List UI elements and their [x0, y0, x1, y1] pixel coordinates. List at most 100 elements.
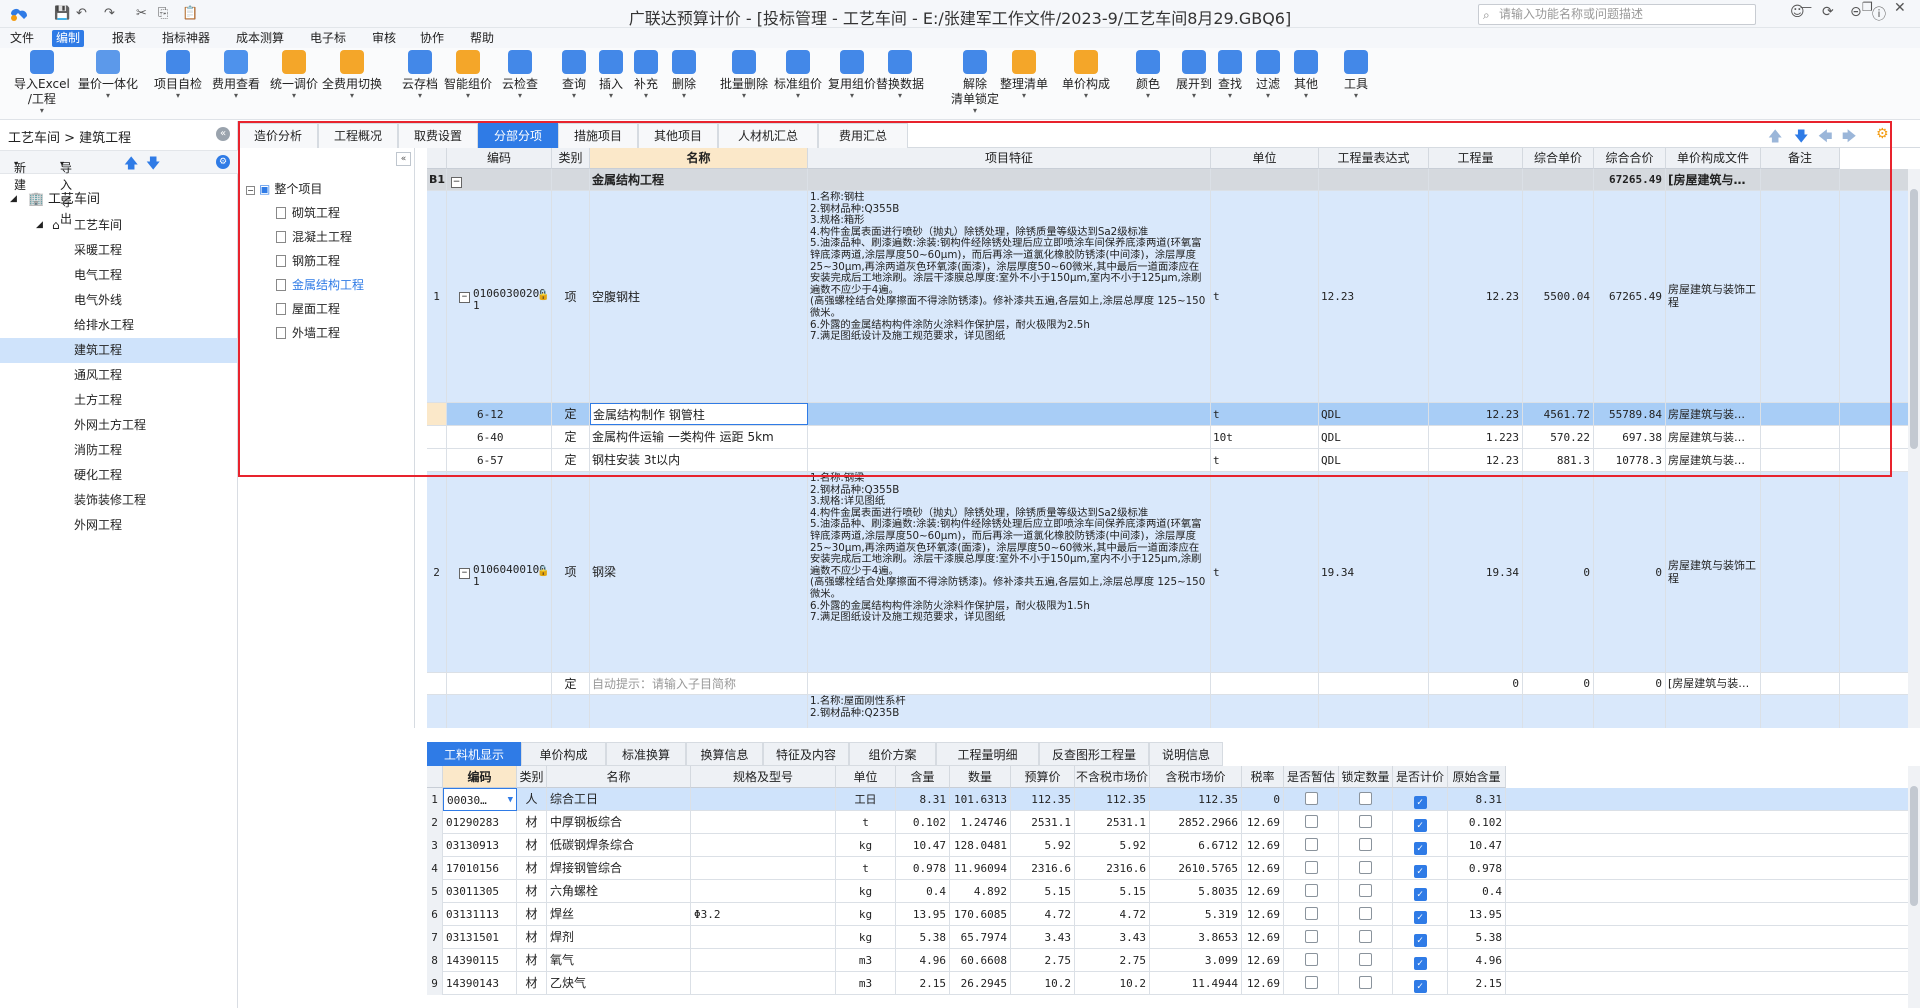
item-row[interactable]: 1−01060300200 1 🔒 项空腹钢柱 1.名称:钢柱 2.钢材品种:Q355B…	[427, 191, 1920, 403]
ribbon-standard-price-button[interactable]: 标准组价 ▾	[774, 50, 822, 100]
estimate-checkbox[interactable]	[1304, 861, 1318, 874]
ribbon-delete-button[interactable]: 删除 ▾	[672, 50, 696, 100]
priced-checkbox[interactable]: ✓	[1413, 796, 1427, 809]
menu-report[interactable]: 报表	[108, 30, 140, 47]
input-hint-row[interactable]: 定自动提示：请输入子目简称 0 0 0 [房屋建筑与装…	[427, 673, 1920, 695]
ribbon-full-cost-button[interactable]: 全费用切换 ▾	[322, 50, 382, 100]
ribbon-other-button[interactable]: 其他 ▾	[1294, 50, 1318, 100]
lock-qty-checkbox[interactable]	[1359, 976, 1372, 989]
parts-tree-item-5[interactable]: 外墙工程	[276, 322, 340, 344]
resource-row[interactable]: 1 00030… ▼ 人综合工日 工日 8.31 101.6313 112.35 112.35 1…	[427, 788, 1920, 811]
estimate-checkbox[interactable]	[1304, 815, 1318, 828]
sidebar-item-1[interactable]: 电气工程	[0, 263, 237, 288]
lock-qty-checkbox[interactable]	[1359, 930, 1372, 943]
ribbon-batch-delete-button[interactable]: 批量删除 ▾	[720, 50, 768, 100]
parts-tree-item-4[interactable]: 屋面工程	[276, 298, 340, 320]
lock-qty-checkbox[interactable]	[1359, 838, 1372, 851]
estimate-checkbox[interactable]	[1304, 976, 1318, 989]
sidebar-item-2[interactable]: 电气外线	[0, 288, 237, 313]
tab-1[interactable]: 工程概况	[318, 123, 398, 148]
detail-tab-2[interactable]: 标准换算	[606, 742, 686, 766]
tab-4[interactable]: 措施项目	[558, 123, 638, 148]
move-down-icon[interactable]: 🡇	[146, 153, 160, 177]
ribbon-reuse-price-button[interactable]: 复用组价 ▾	[828, 50, 876, 100]
priced-checkbox[interactable]: ✓	[1413, 865, 1427, 878]
resource-row[interactable]: 9 14390143 材乙炔气 m3 2.15 26.2945 10.2 10.2 11.494…	[427, 972, 1920, 995]
tab-5[interactable]: 其他项目	[638, 123, 718, 148]
grid-settings-icon[interactable]: ⚙	[1876, 126, 1889, 142]
minimize-button[interactable]: —	[1800, 0, 1812, 14]
ribbon-cloud-save-button[interactable]: 云存档 ▾	[402, 50, 438, 100]
menu-help[interactable]: 帮助	[466, 30, 498, 47]
sidebar-item-9[interactable]: 硬化工程	[0, 463, 237, 488]
detail-tab-1[interactable]: 单价构成	[521, 742, 606, 766]
resource-row[interactable]: 6 03131113 材焊丝 Φ3.2 kg 13.95 170.6085 4.72 4.72 5…	[427, 903, 1920, 926]
estimate-checkbox[interactable]	[1304, 792, 1318, 805]
detail-tab-4[interactable]: 特征及内容	[763, 742, 849, 766]
menu-indicator[interactable]: 指标神器	[158, 30, 214, 47]
help-icon[interactable]: ⓘ	[1872, 4, 1886, 24]
resource-row[interactable]: 2 01290283 材中厚钢板综合 t 0.102 1.24746 2531.1 2531.…	[427, 811, 1920, 834]
ribbon-cost-view-button[interactable]: 费用查看 ▾	[212, 50, 260, 100]
arrow-up-icon[interactable]: 🡅	[1768, 126, 1782, 150]
ribbon-filter-button[interactable]: 过滤 ▾	[1256, 50, 1280, 100]
collapse-icon[interactable]: −	[459, 292, 470, 303]
tree-child[interactable]: ◢ ⌂ 工艺车间	[0, 213, 237, 238]
tab-3[interactable]: 分部分项	[478, 123, 558, 148]
sidebar-item-8[interactable]: 消防工程	[0, 438, 237, 463]
estimate-checkbox[interactable]	[1304, 953, 1318, 966]
sub-item-row[interactable]: 6-57 定钢柱安装 3t以内 t QDL 12.23 881.3 10778.3 房屋建筑与…	[427, 449, 1920, 472]
menu-edit[interactable]: 编制	[52, 30, 85, 47]
tree-root[interactable]: ◢ 🏢 工艺车间	[0, 187, 237, 212]
section-row[interactable]: B1− 金属结构工程 67265.49 [房屋建筑与…	[427, 169, 1920, 191]
sidebar-item-7[interactable]: 外网土方工程	[0, 413, 237, 438]
sub-item-row[interactable]: 6-12 定金属结构制作 钢管柱 t QDL 12.23 4561.72 55789.84 房…	[427, 403, 1920, 426]
parts-tree-item-0[interactable]: 砌筑工程	[276, 202, 340, 224]
priced-checkbox[interactable]: ✓	[1413, 957, 1427, 970]
arrow-left-icon[interactable]: 🡄	[1818, 126, 1832, 150]
lock-qty-checkbox[interactable]	[1359, 907, 1372, 920]
detail-tab-5[interactable]: 组价方案	[849, 742, 936, 766]
ribbon-smart-price-button[interactable]: 智能组价 ▾	[444, 50, 492, 100]
sidebar-item-4[interactable]: 建筑工程	[0, 338, 237, 363]
ribbon-replace-data-button[interactable]: 替换数据 ▾	[876, 50, 924, 100]
estimate-checkbox[interactable]	[1304, 838, 1318, 851]
tab-7[interactable]: 费用汇总	[818, 123, 908, 148]
resource-row[interactable]: 3 03130913 材低碳钢焊条综合 kg 10.47 128.0481 5.92 5.92…	[427, 834, 1920, 857]
move-up-icon[interactable]: 🡅	[124, 153, 138, 177]
ribbon-price-integration-button[interactable]: 量价一体化 ▾	[78, 50, 138, 100]
resource-row[interactable]: 5 03011305 材六角螺栓 kg 0.4 4.892 5.15 5.15 5.8035 12…	[427, 880, 1920, 903]
collapse-tree-icon[interactable]: «	[396, 152, 411, 166]
resource-scrollbar[interactable]	[1908, 766, 1920, 1008]
ribbon-expand-to-button[interactable]: 展开到 ▾	[1176, 50, 1212, 100]
ribbon-unlock-button[interactable]: 解除 清单锁定 ▾	[951, 50, 999, 115]
priced-checkbox[interactable]: ✓	[1413, 842, 1427, 855]
priced-checkbox[interactable]: ✓	[1413, 819, 1427, 832]
sidebar-item-6[interactable]: 土方工程	[0, 388, 237, 413]
ribbon-query-button[interactable]: 查询 ▾	[562, 50, 586, 100]
sidebar-item-11[interactable]: 外网工程	[0, 513, 237, 538]
sub-item-row[interactable]: 6-40 定金属构件运输 一类构件 运距 5km 10t QDL 1.223 570.22…	[427, 426, 1920, 449]
settings-icon[interactable]: ⚙	[216, 155, 230, 169]
lock-qty-checkbox[interactable]	[1359, 792, 1372, 805]
ribbon-import-excel-button[interactable]: 导入Excel/工程 ▾	[14, 50, 70, 115]
lock-qty-checkbox[interactable]	[1359, 884, 1372, 897]
ribbon-insert-button[interactable]: 插入 ▾	[599, 50, 623, 100]
sidebar-item-3[interactable]: 给排水工程	[0, 313, 237, 338]
ribbon-self-check-button[interactable]: 项目自检 ▾	[154, 50, 202, 100]
estimate-checkbox[interactable]	[1304, 930, 1318, 943]
tab-6[interactable]: 人材机汇总	[718, 123, 818, 148]
parts-tree-item-2[interactable]: 钢筋工程	[276, 250, 340, 272]
resource-row[interactable]: 8 14390115 材氧气 m3 4.96 60.6608 2.75 2.75 3.099 12…	[427, 949, 1920, 972]
grid-scrollbar[interactable]	[1908, 169, 1920, 728]
item-row[interactable]: 2−01060400100 1 🔒 项钢梁 1.名称:钢梁 2.钢材品种:Q355B 3…	[427, 472, 1920, 673]
sidebar-item-10[interactable]: 装饰装修工程	[0, 488, 237, 513]
tab-2[interactable]: 取费设置	[398, 123, 478, 148]
ribbon-unit-price-button[interactable]: 单价构成 ▾	[1062, 50, 1110, 100]
resource-row[interactable]: 4 17010156 材焊接钢管综合 t 0.978 11.96094 2316.6 2316…	[427, 857, 1920, 880]
tab-0[interactable]: 造价分析	[238, 123, 318, 148]
collapse-icon[interactable]: −	[451, 177, 462, 188]
dropdown-chevron-icon[interactable]: ▼	[508, 789, 513, 810]
collapse-icon[interactable]: −	[459, 567, 470, 579]
estimate-checkbox[interactable]	[1304, 907, 1318, 920]
